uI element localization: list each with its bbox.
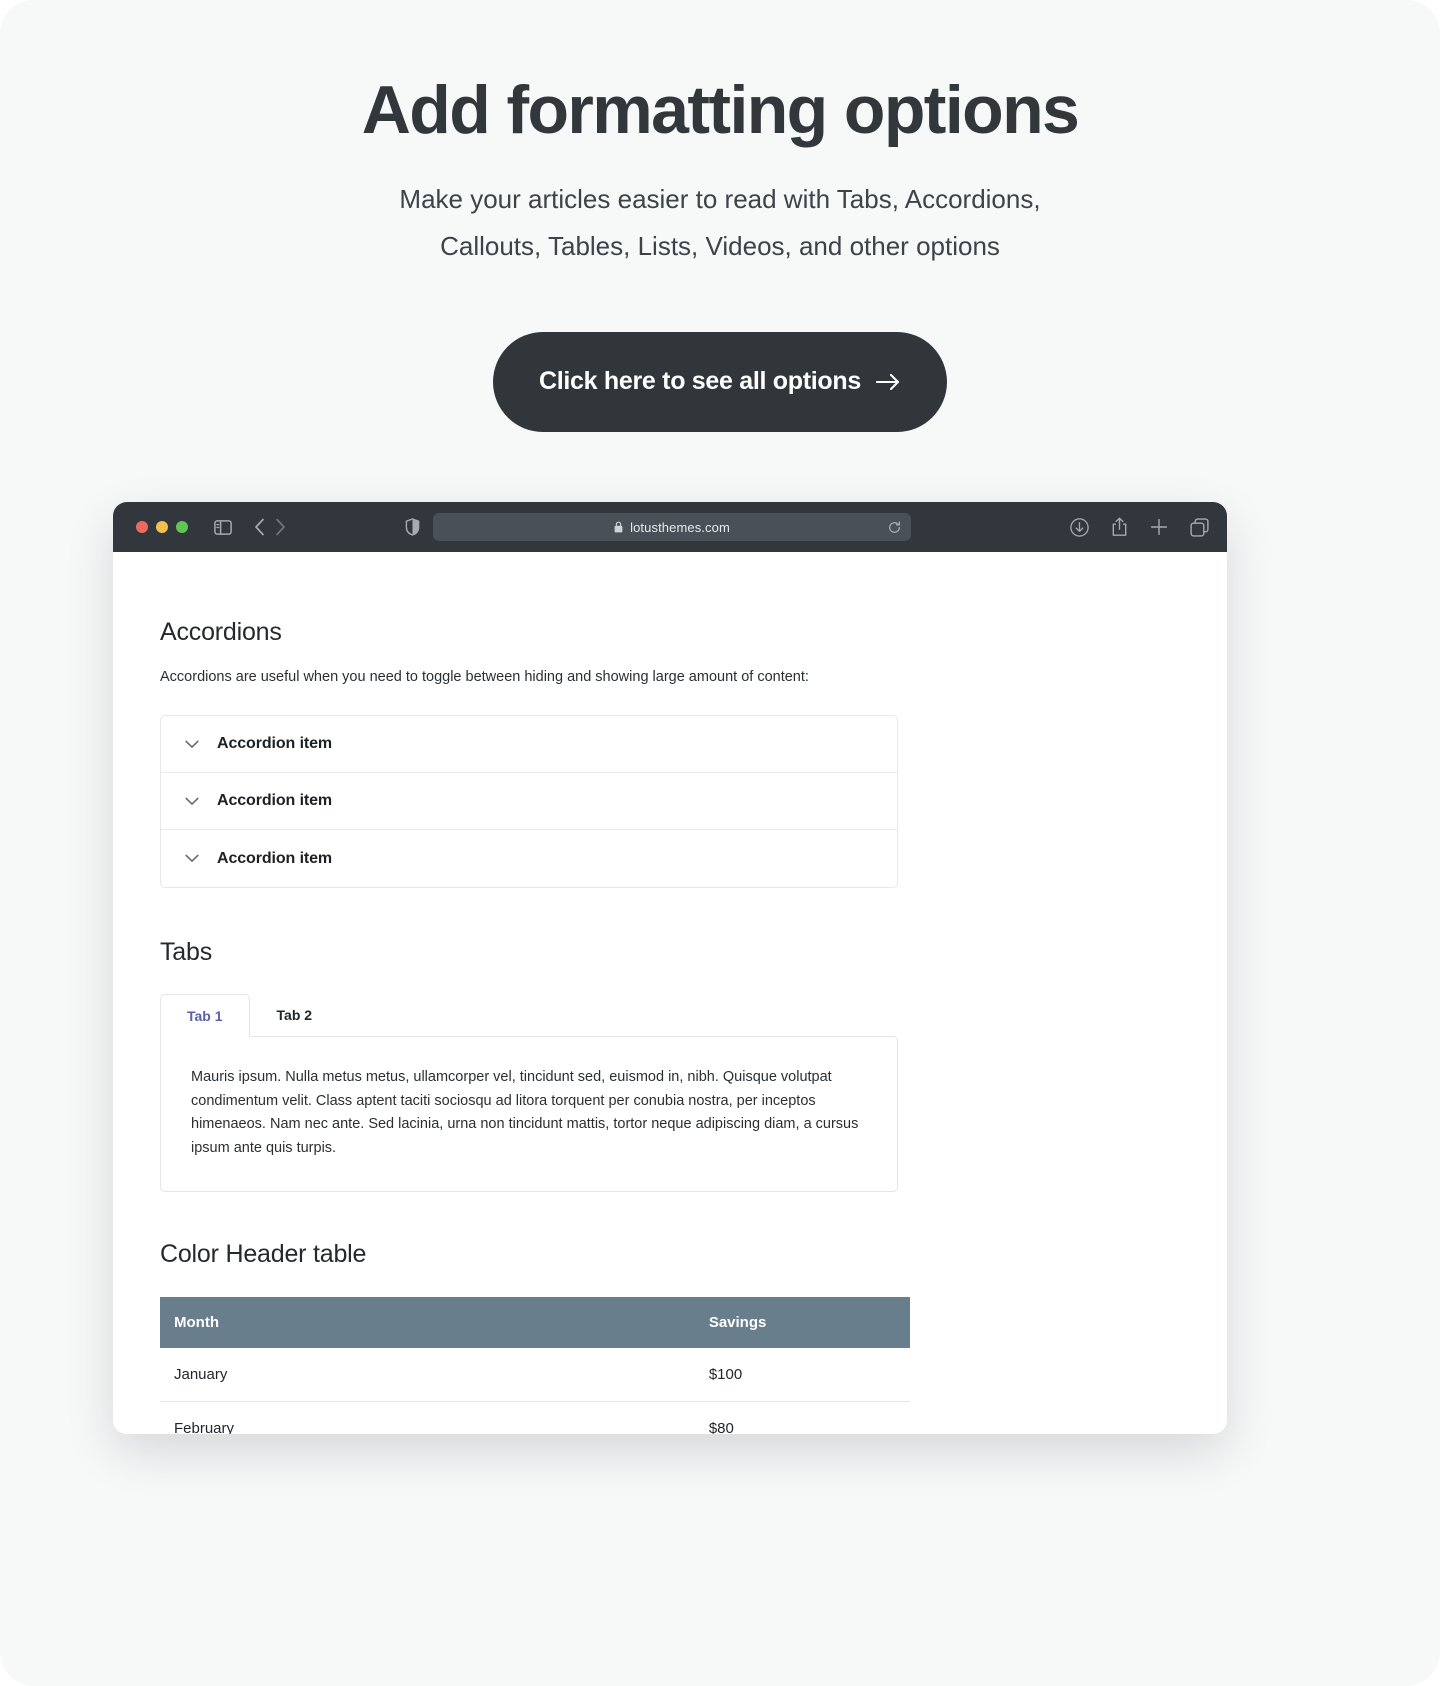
chevron-down-icon bbox=[185, 797, 199, 806]
back-button[interactable] bbox=[254, 518, 265, 536]
browser-window: lotusthemes.com Accordions Accordions ar… bbox=[113, 502, 1227, 1434]
toolbar-right-icons bbox=[1070, 517, 1209, 537]
chevron-down-icon bbox=[185, 854, 199, 863]
sidebar-toggle-icon[interactable] bbox=[214, 519, 232, 535]
download-icon[interactable] bbox=[1070, 517, 1089, 537]
tab-panel: Mauris ipsum. Nulla metus metus, ullamco… bbox=[160, 1036, 898, 1193]
cta-label: Click here to see all options bbox=[539, 367, 861, 396]
minimize-window-button[interactable] bbox=[156, 521, 168, 533]
accordion-item-label: Accordion item bbox=[217, 735, 333, 753]
chevron-down-icon bbox=[185, 740, 199, 749]
table-heading: Color Header table bbox=[160, 1240, 367, 1269]
table-cell-month: January bbox=[160, 1348, 255, 1403]
table-row: February $80 bbox=[160, 1401, 910, 1434]
accordions-description: Accordions are useful when you need to t… bbox=[160, 669, 809, 685]
zoom-window-button[interactable] bbox=[176, 521, 188, 533]
hero-subtitle-line-1: Make your articles easier to read with T… bbox=[399, 184, 1041, 215]
accordions-heading: Accordions bbox=[160, 618, 282, 646]
see-all-options-button[interactable]: Click here to see all options bbox=[493, 331, 947, 432]
accordion-list: Accordion item Accordion item Accordion … bbox=[160, 715, 898, 889]
accordion-item-1[interactable]: Accordion item bbox=[161, 716, 897, 774]
window-traffic-lights bbox=[136, 521, 188, 533]
table-row: January $100 bbox=[160, 1348, 910, 1403]
table-cell-month: February bbox=[160, 1401, 255, 1434]
tab-bar: Tab 1 Tab 2 bbox=[160, 993, 898, 1038]
close-window-button[interactable] bbox=[136, 521, 148, 533]
share-icon[interactable] bbox=[1111, 517, 1128, 537]
hero-subtitle-line-2: Callouts, Tables, Lists, Videos, and oth… bbox=[440, 230, 1000, 261]
arrow-right-icon bbox=[875, 372, 901, 392]
browser-viewport: Accordions Accordions are useful when yo… bbox=[113, 552, 1227, 1434]
cta-wrapper: Click here to see all options bbox=[0, 331, 1440, 432]
hero-subtitle: Make your articles easier to read with T… bbox=[310, 176, 1130, 270]
url-text: lotusthemes.com bbox=[630, 519, 730, 535]
tab-2[interactable]: Tab 2 bbox=[250, 993, 340, 1036]
lock-icon bbox=[614, 521, 623, 533]
color-header-table: Month Savings January $100 February $80 bbox=[160, 1297, 910, 1434]
accordion-item-label: Accordion item bbox=[217, 849, 333, 867]
accordion-item-label: Accordion item bbox=[217, 792, 333, 810]
table-cell-savings: $80 bbox=[254, 1401, 910, 1434]
hero-section: Add formatting options Make your article… bbox=[0, 0, 1440, 432]
tab-1[interactable]: Tab 1 bbox=[160, 994, 250, 1038]
article-content: Accordions Accordions are useful when yo… bbox=[160, 618, 950, 1434]
page-title: Add formatting options bbox=[361, 72, 1080, 148]
tabs-heading: Tabs bbox=[160, 938, 213, 967]
plus-icon[interactable] bbox=[1150, 518, 1168, 536]
promo-page: Add formatting options Make your article… bbox=[0, 0, 1440, 1686]
accordion-item-3[interactable]: Accordion item bbox=[161, 830, 897, 887]
table-body: January $100 February $80 March $90 bbox=[160, 1348, 910, 1434]
table-header-row: Month Savings bbox=[160, 1297, 910, 1349]
shield-icon[interactable] bbox=[405, 518, 420, 536]
navigation-arrows bbox=[254, 518, 286, 536]
table-head: Month Savings bbox=[160, 1297, 910, 1349]
tab-panel-text: Mauris ipsum. Nulla metus metus, ullamco… bbox=[191, 1069, 859, 1156]
address-bar[interactable]: lotusthemes.com bbox=[433, 513, 911, 541]
table-cell-savings: $100 bbox=[254, 1348, 910, 1403]
reload-button[interactable] bbox=[888, 520, 901, 534]
accordion-item-2[interactable]: Accordion item bbox=[161, 773, 897, 831]
table-column-header-month: Month bbox=[160, 1297, 255, 1349]
tab-overview-icon[interactable] bbox=[1190, 517, 1209, 537]
browser-toolbar: lotusthemes.com bbox=[113, 502, 1227, 552]
table-column-header-savings: Savings bbox=[254, 1297, 910, 1349]
forward-button[interactable] bbox=[275, 518, 286, 536]
